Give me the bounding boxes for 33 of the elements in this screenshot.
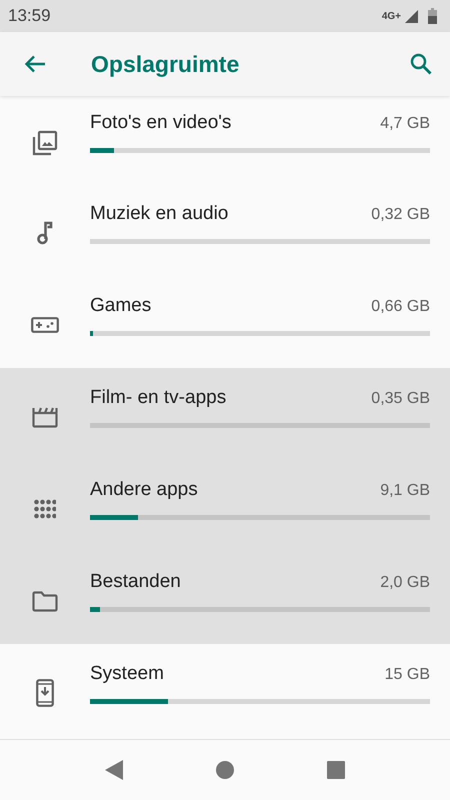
category-name: Andere apps [90,479,198,501]
clapperboard-icon [32,406,58,428]
storage-size: 4,7 GB [380,115,430,133]
storage-category-item[interactable]: Film- en tv-apps 0,35 GB [0,368,450,460]
category-name: Systeem [90,663,164,685]
category-name: Muziek en audio [90,203,228,225]
category-name: Games [90,295,152,317]
app-grid-icon [34,499,56,519]
storage-size: 9,1 GB [380,482,430,500]
storage-size: 0,32 GB [371,206,430,224]
music-note-icon [37,221,53,245]
network-type: 4G+ [382,10,401,22]
storage-size: 2,0 GB [380,574,430,592]
clock: 13:59 [8,6,51,26]
storage-size: 15 GB [384,666,430,684]
category-name: Film- en tv-apps [90,387,226,409]
category-name: Bestanden [90,571,181,593]
phone-download-icon [36,679,54,707]
back-icon[interactable] [105,760,123,780]
home-icon[interactable] [216,761,234,779]
folder-icon [32,590,58,612]
gamepad-icon [31,317,59,333]
photo-stack-icon [32,130,58,156]
storage-category-item[interactable]: Bestanden 2,0 GB [0,552,450,644]
back-arrow-icon[interactable] [24,55,46,73]
storage-size: 0,35 GB [371,390,430,408]
page-title: Opslagruimte [91,50,240,78]
storage-category-item[interactable]: Andere apps 9,1 GB [0,460,450,552]
category-name: Foto's en video's [90,112,232,134]
storage-size: 0,66 GB [371,298,430,316]
signal-icon [405,10,418,22]
battery-icon [428,8,437,24]
search-icon[interactable] [410,53,432,75]
